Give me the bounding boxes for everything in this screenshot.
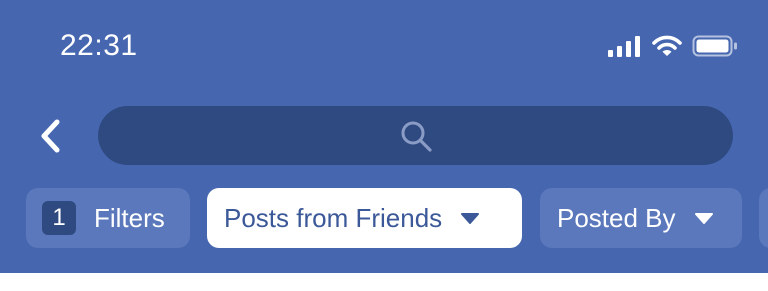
- search-results-screen: 22:31 1 Filters Posts from Friends Poste…: [0, 0, 768, 291]
- status-icons: [608, 33, 738, 59]
- cellular-signal-icon: [608, 35, 642, 57]
- search-input[interactable]: [98, 106, 733, 165]
- back-button[interactable]: [28, 112, 72, 160]
- caret-down-icon: [461, 213, 480, 224]
- filters-label: Filters: [94, 203, 165, 233]
- filters-button[interactable]: 1 Filters: [26, 188, 190, 248]
- posts-from-filter-chip[interactable]: Posts from Friends: [207, 188, 522, 248]
- header: 22:31 1 Filters Posts from Friends Poste…: [0, 0, 768, 273]
- posted-by-filter-chip[interactable]: Posted By: [540, 188, 742, 248]
- search-bar[interactable]: [98, 106, 733, 165]
- wifi-icon: [652, 35, 682, 57]
- next-filter-chip[interactable]: [759, 188, 768, 248]
- filter-count-badge: 1: [42, 201, 76, 235]
- chevron-left-icon: [41, 119, 60, 153]
- posted-by-label: Posted By: [557, 203, 676, 233]
- caret-down-icon: [694, 213, 713, 224]
- posts-from-label: Posts from Friends: [224, 203, 443, 233]
- battery-icon: [692, 35, 738, 57]
- status-time: 22:31: [60, 29, 138, 62]
